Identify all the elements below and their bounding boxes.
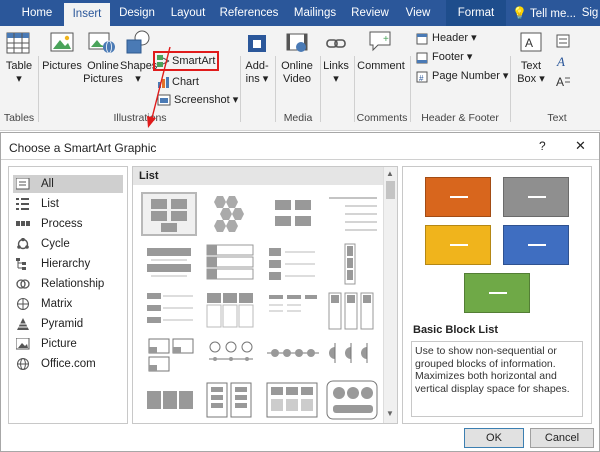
process-icon <box>16 221 30 226</box>
category-label: Picture <box>41 338 77 350</box>
category-pyramid[interactable]: Pyramid <box>13 315 123 333</box>
layout-picture-accent-list[interactable] <box>325 289 381 333</box>
hierarchy-icon <box>16 258 26 270</box>
category-all[interactable]: All <box>13 175 123 193</box>
category-list-item[interactable]: List <box>13 195 123 213</box>
chevron-list-thumbnail <box>269 248 315 280</box>
layout-table-list[interactable] <box>143 289 199 333</box>
preview-block-gold <box>425 225 491 265</box>
layout-half-circle-list[interactable] <box>325 333 381 377</box>
category-office-com[interactable]: Office.com <box>13 355 123 373</box>
layout-hexagon-list[interactable] <box>203 192 259 236</box>
all-icon <box>16 178 30 190</box>
preview-panel: Basic Block List Use to show non-sequent… <box>402 166 592 424</box>
scroll-up-arrow[interactable]: ▲ <box>386 169 394 178</box>
ok-button[interactable]: OK <box>464 428 524 448</box>
half-circle-list-thumbnail <box>329 343 368 363</box>
category-label: List <box>41 198 59 210</box>
scroll-down-arrow[interactable]: ▼ <box>386 409 394 418</box>
layout-tab-list-2[interactable] <box>203 379 259 423</box>
square-accent-list-thumbnail <box>269 295 317 312</box>
category-label: Office.com <box>41 358 96 370</box>
grouped-list-thumbnail <box>275 200 311 226</box>
basic-block-list-thumbnail <box>151 199 187 232</box>
category-label: Cycle <box>41 238 70 250</box>
layout-circle-accent-timeline[interactable] <box>203 333 259 377</box>
table-list-thumbnail <box>147 293 193 323</box>
layout-chevron-list[interactable] <box>265 242 321 286</box>
basic-timeline-thumbnail <box>267 349 319 357</box>
layout-square-accent-list[interactable] <box>265 289 321 333</box>
relationship-icon <box>16 279 30 289</box>
picture-accent-list-thumbnail <box>328 292 374 330</box>
layout-stacked-list[interactable] <box>203 242 259 286</box>
cancel-button[interactable]: Cancel <box>530 428 594 448</box>
layout-gallery: List ▲ ▼ <box>132 166 398 424</box>
category-label: Process <box>41 218 83 230</box>
preview-block-orange <box>425 177 491 217</box>
help-button[interactable]: ? <box>539 139 546 153</box>
picture-icon <box>16 338 30 350</box>
preview-description: Use to show non-sequential or grouped bl… <box>411 341 583 417</box>
layout-basic-timeline[interactable] <box>265 333 321 377</box>
scroll-thumb[interactable] <box>386 181 395 199</box>
picture-caption-list-thumbnail <box>326 380 378 420</box>
preview-block-green <box>464 273 530 313</box>
category-process[interactable]: Process <box>13 215 123 233</box>
gallery-scrollbar[interactable]: ▲ ▼ <box>383 167 397 423</box>
tab-list-thumbnail <box>147 391 193 409</box>
preview-block-gray <box>503 177 569 217</box>
layout-picture-caption-list[interactable] <box>325 379 381 423</box>
tab-list-2-thumbnail <box>206 382 252 418</box>
circle-accent-timeline-thumbnail <box>209 341 253 361</box>
layout-vertical-box-list[interactable] <box>325 242 381 286</box>
framed-list-thumbnail <box>266 382 318 418</box>
category-label: Relationship <box>41 278 105 290</box>
dialog-title: Choose a SmartArt Graphic <box>9 141 157 155</box>
layout-lined-list[interactable] <box>325 192 381 236</box>
category-cycle[interactable]: Cycle <box>13 235 123 253</box>
category-picture[interactable]: Picture <box>13 335 123 353</box>
cycle-icon <box>17 238 29 250</box>
category-list: All List Process Cycle Hierarchy Relatio… <box>8 166 128 424</box>
category-matrix[interactable]: Matrix <box>13 295 123 313</box>
lined-list-thumbnail <box>329 197 377 231</box>
layout-vertical-bullet-list[interactable] <box>143 242 199 286</box>
category-label: Hierarchy <box>41 258 91 270</box>
layout-basic-block-list[interactable] <box>141 192 197 236</box>
category-label: All <box>41 178 54 190</box>
matrix-icon <box>17 298 29 310</box>
hexagon-list-thumbnail <box>214 196 244 232</box>
layout-grouped-list[interactable] <box>265 192 321 236</box>
close-button[interactable]: ✕ <box>575 138 586 154</box>
layout-bending-picture-list[interactable] <box>143 333 199 377</box>
stacked-list-thumbnail <box>206 244 254 280</box>
preview-block-blue <box>503 225 569 265</box>
gallery-header: List <box>133 167 383 185</box>
layout-framed-list[interactable] <box>265 379 321 423</box>
layout-horizontal-bullet-list[interactable] <box>203 289 259 333</box>
category-hierarchy[interactable]: Hierarchy <box>13 255 123 273</box>
bending-picture-list-thumbnail <box>148 338 194 372</box>
layout-tab-list[interactable] <box>143 379 199 423</box>
category-relationship[interactable]: Relationship <box>13 275 123 293</box>
office-com-icon <box>17 358 29 370</box>
horizontal-bullet-list-thumbnail <box>206 293 254 328</box>
preview-title: Basic Block List <box>413 324 498 336</box>
list-icon <box>16 198 29 210</box>
vertical-bullet-list-thumbnail <box>147 248 191 277</box>
title-divider <box>1 159 599 160</box>
pyramid-icon <box>17 318 29 330</box>
vertical-box-list-thumbnail <box>344 243 356 285</box>
category-label: Pyramid <box>41 318 84 330</box>
category-label: Matrix <box>41 298 73 310</box>
